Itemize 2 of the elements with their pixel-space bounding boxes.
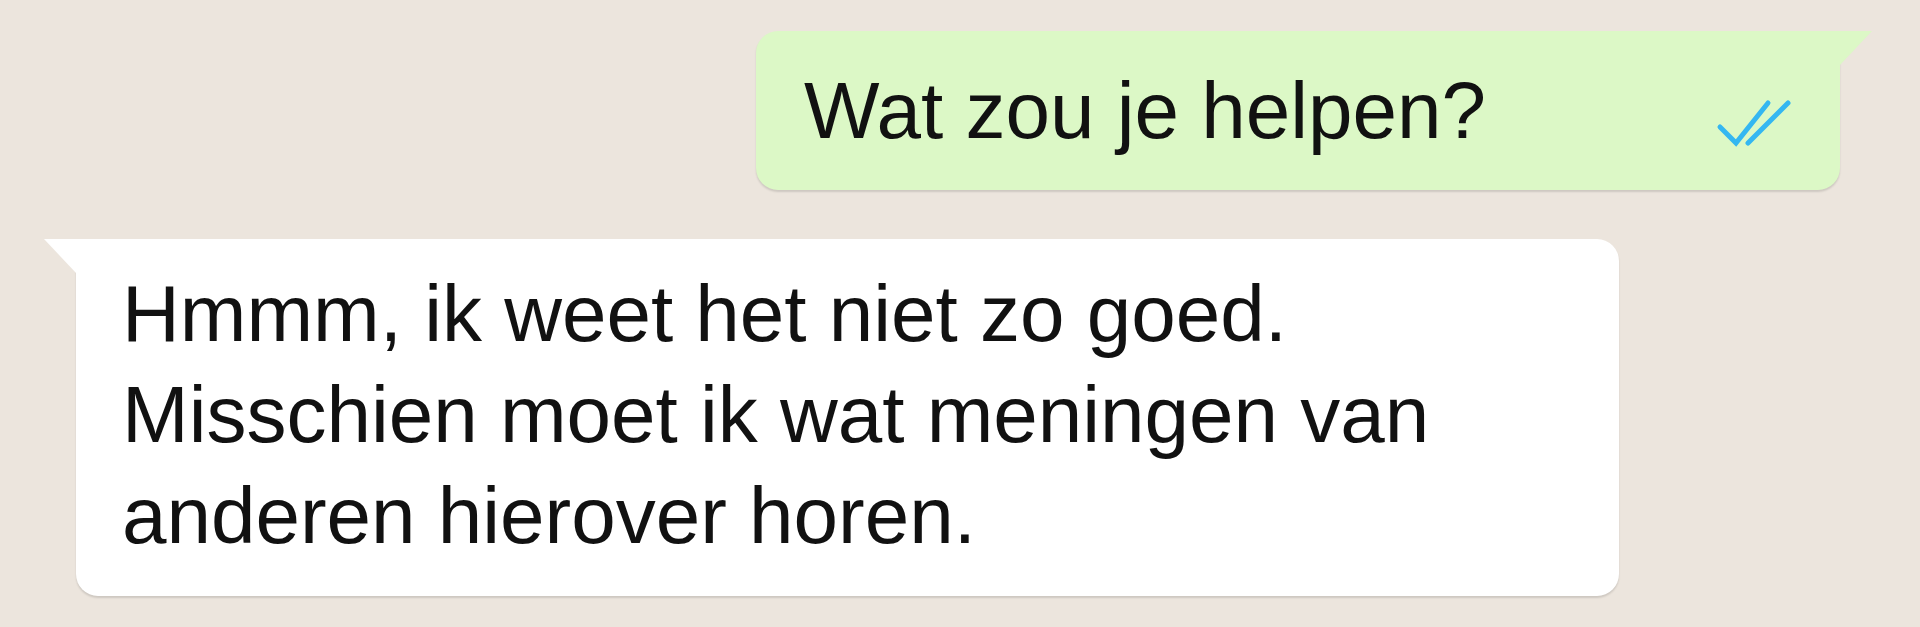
- message-text: Hmmm, ik weet het niet zo goed. Misschien moet ik wat meningen van anderen hierover horen.: [122, 269, 1430, 560]
- message-text: Wat zou je helpen?: [804, 65, 1486, 157]
